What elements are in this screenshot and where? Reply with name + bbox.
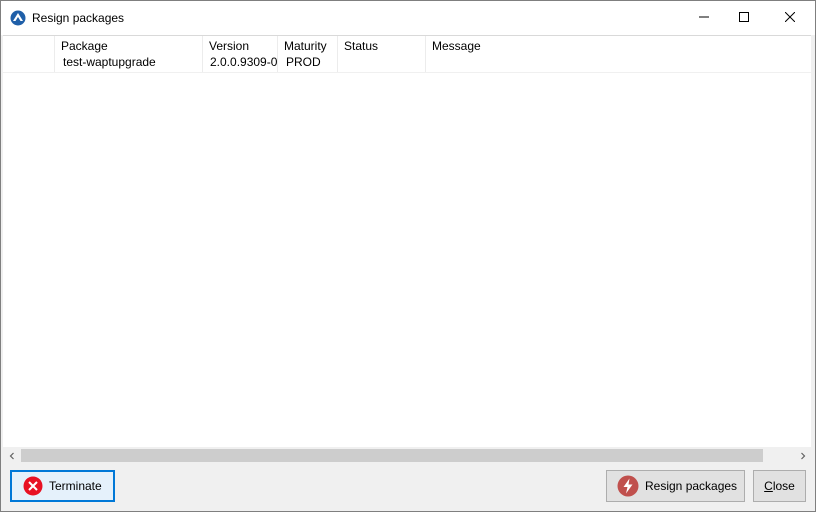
close-label: Close [764, 479, 795, 493]
terminate-button[interactable]: Terminate [10, 470, 115, 502]
maximize-button[interactable] [721, 1, 767, 33]
close-button[interactable]: Close [753, 470, 806, 502]
column-header-package[interactable]: Package [61, 39, 108, 53]
maximize-icon [739, 12, 749, 22]
scroll-left-button[interactable] [3, 447, 20, 464]
title-bar[interactable]: Resign packages [1, 1, 815, 35]
chevron-left-icon [9, 452, 14, 459]
column-message[interactable]: Message [426, 36, 811, 72]
wapt-app-icon [10, 10, 26, 26]
packages-grid[interactable]: Package test-waptupgrade Version 2.0.0.9… [3, 35, 811, 463]
terminate-label: Terminate [49, 479, 102, 493]
close-icon [785, 12, 795, 22]
cancel-icon [23, 476, 43, 496]
bottom-button-bar: Terminate Resign packages Close [1, 464, 815, 511]
resign-label: Resign packages [645, 479, 738, 493]
row-separator [3, 72, 811, 73]
resign-packages-button[interactable]: Resign packages [606, 470, 745, 502]
chevron-right-icon [800, 452, 805, 459]
cell-package[interactable]: test-waptupgrade [63, 55, 156, 69]
column-header-status[interactable]: Status [344, 39, 378, 53]
horizontal-scrollbar[interactable] [3, 447, 811, 464]
cell-maturity[interactable]: PROD [286, 55, 321, 69]
resign-packages-window: Resign packages Package test-waptupgrade… [0, 0, 816, 512]
minimize-icon [699, 16, 709, 18]
lightning-icon [617, 475, 639, 497]
column-header-version[interactable]: Version [209, 39, 249, 53]
column-status[interactable]: Status [338, 36, 426, 72]
column-version[interactable]: Version 2.0.0.9309-0 [203, 36, 278, 72]
window-title: Resign packages [32, 11, 125, 25]
scroll-right-button[interactable] [794, 447, 811, 464]
row-indicator-column [3, 36, 55, 72]
column-header-message[interactable]: Message [432, 39, 481, 53]
close-window-button[interactable] [767, 1, 813, 33]
column-header-maturity[interactable]: Maturity [284, 39, 327, 53]
column-maturity[interactable]: Maturity PROD [278, 36, 338, 72]
cell-version[interactable]: 2.0.0.9309-0 [210, 55, 277, 69]
scrollbar-thumb[interactable] [21, 449, 763, 462]
column-package[interactable]: Package test-waptupgrade [55, 36, 203, 72]
